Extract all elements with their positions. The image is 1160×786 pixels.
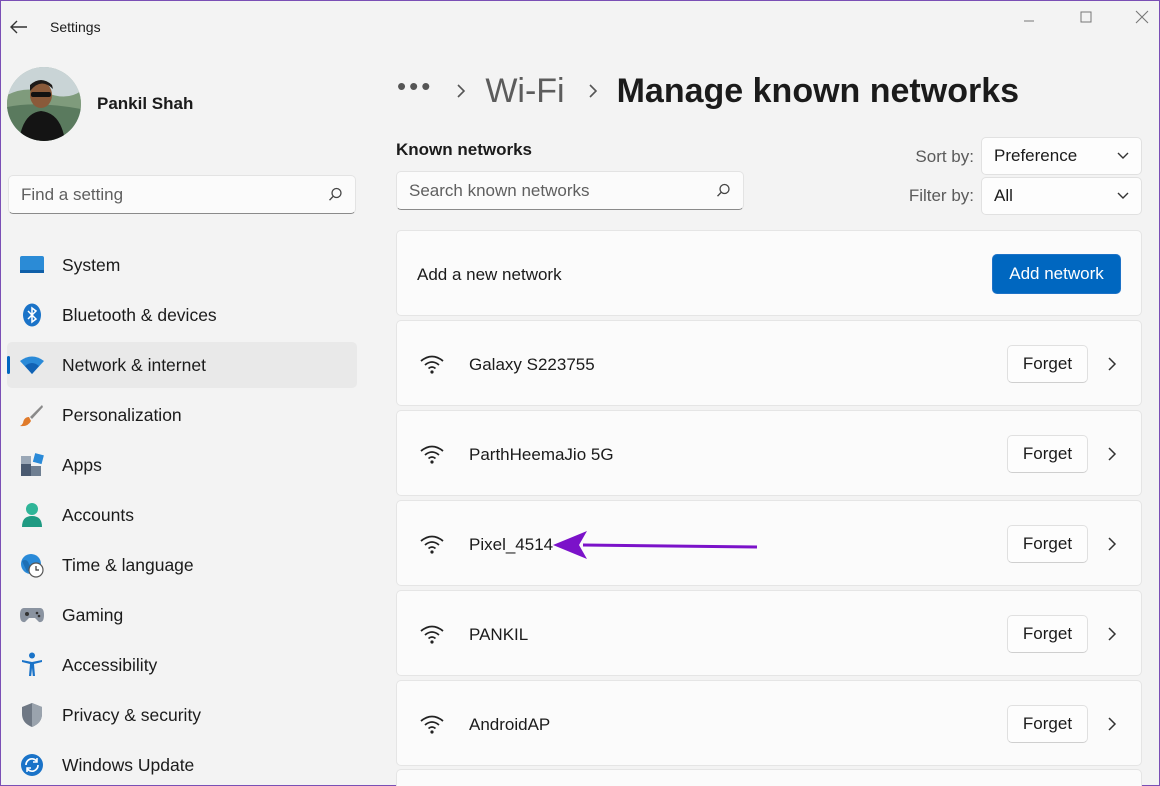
title-bar: Settings	[1, 1, 1160, 53]
sidebar-item-time-language[interactable]: Time & language	[7, 542, 357, 588]
wifi-icon	[19, 352, 45, 378]
sidebar-item-bluetooth[interactable]: Bluetooth & devices	[7, 292, 357, 338]
network-row[interactable]: Galaxy S223755 Forget	[396, 320, 1142, 406]
sidebar-item-apps[interactable]: Apps	[7, 442, 357, 488]
sidebar-item-network[interactable]: Network & internet	[7, 342, 357, 388]
network-row[interactable]: AndroidAP Forget	[396, 680, 1142, 766]
add-network-card: Add a new network Add network	[396, 230, 1142, 316]
app-title: Settings	[50, 19, 101, 35]
minimize-icon	[1024, 20, 1034, 22]
forget-button[interactable]: Forget	[1007, 525, 1088, 563]
accessibility-icon	[19, 652, 45, 678]
close-button[interactable]	[1119, 5, 1160, 29]
sidebar-item-label: Time & language	[62, 554, 194, 575]
sidebar-item-label: Apps	[62, 454, 102, 475]
chevron-right-icon	[457, 84, 466, 98]
user-profile: Pankil Shah	[7, 67, 193, 141]
minimize-button[interactable]	[1006, 5, 1052, 29]
known-networks-search[interactable]	[396, 171, 744, 210]
wifi-signal-icon	[420, 355, 444, 374]
sidebar-item-label: Bluetooth & devices	[62, 304, 217, 325]
system-icon	[19, 252, 45, 278]
avatar[interactable]	[7, 67, 81, 141]
sort-value: Preference	[994, 146, 1078, 165]
wifi-signal-icon	[420, 715, 444, 734]
sidebar-item-personalization[interactable]: Personalization	[7, 392, 357, 438]
chevron-right-icon[interactable]	[1103, 355, 1121, 373]
gamepad-icon	[19, 602, 45, 628]
sidebar-item-system[interactable]: System	[7, 242, 357, 288]
maximize-icon	[1080, 11, 1092, 23]
apps-icon	[19, 452, 45, 478]
chevron-right-icon[interactable]	[1103, 535, 1121, 553]
sidebar-item-gaming[interactable]: Gaming	[7, 592, 357, 638]
add-network-button[interactable]: Add network	[992, 254, 1121, 294]
sidebar-item-label: Network & internet	[62, 354, 206, 375]
sidebar-item-accessibility[interactable]: Accessibility	[7, 642, 357, 688]
sidebar-item-windows-update[interactable]: Windows Update	[7, 742, 357, 786]
network-name: PANKIL	[469, 625, 529, 644]
update-icon	[19, 752, 45, 778]
section-title: Known networks	[396, 140, 533, 159]
network-row[interactable]: PANKIL Forget	[396, 590, 1142, 676]
sidebar-item-accounts[interactable]: Accounts	[7, 492, 357, 538]
globe-clock-icon	[19, 552, 45, 578]
back-button[interactable]	[5, 13, 33, 41]
sidebar-item-label: Privacy & security	[62, 704, 202, 725]
network-row[interactable]: ParthHeemaJio 5G Forget	[396, 410, 1142, 496]
forget-button[interactable]: Forget	[1007, 615, 1088, 653]
wifi-signal-icon	[420, 625, 444, 644]
network-name: Pixel_4514	[469, 535, 554, 554]
sidebar-nav: System Bluetooth & devices Network & int…	[7, 242, 357, 786]
chevron-right-icon[interactable]	[1103, 625, 1121, 643]
maximize-button[interactable]	[1063, 5, 1109, 29]
known-networks-search-input[interactable]	[409, 180, 716, 201]
chevron-down-icon	[1117, 152, 1129, 159]
filter-label: Filter by:	[908, 186, 974, 205]
network-name: Galaxy S223755	[469, 355, 595, 374]
forget-button[interactable]: Forget	[1007, 435, 1088, 473]
page-title: Manage known networks	[616, 71, 1020, 110]
breadcrumb: ••• Wi-Fi Manage known networks	[397, 67, 1019, 115]
network-name: ParthHeemaJio 5G	[469, 445, 614, 464]
forget-button[interactable]: Forget	[1007, 345, 1088, 383]
add-network-label: Add a new network	[417, 265, 562, 284]
back-arrow-icon	[10, 20, 27, 34]
sort-label: Sort by:	[915, 147, 974, 166]
search-icon	[716, 183, 730, 197]
breadcrumb-wifi-link[interactable]: Wi-Fi	[485, 72, 564, 111]
search-icon	[328, 187, 342, 201]
chevron-down-icon	[1117, 192, 1129, 199]
wifi-signal-icon	[420, 535, 444, 554]
bluetooth-icon	[19, 302, 45, 328]
sidebar-item-label: Accounts	[62, 504, 134, 525]
sidebar-item-label: Windows Update	[62, 754, 195, 775]
brush-icon	[19, 402, 45, 428]
chevron-right-icon[interactable]	[1103, 715, 1121, 733]
close-icon	[1135, 10, 1149, 24]
wifi-signal-icon	[420, 445, 444, 464]
person-icon	[19, 502, 45, 528]
network-row[interactable]: Pixel_4514 Forget	[396, 500, 1142, 586]
sidebar-item-label: Accessibility	[62, 654, 158, 675]
annotation-arrow	[553, 531, 758, 559]
filter-value: All	[994, 186, 1013, 205]
breadcrumb-more-button[interactable]: •••	[397, 71, 433, 102]
sidebar-item-label: Personalization	[62, 404, 182, 425]
sort-dropdown[interactable]: Preference	[981, 137, 1142, 175]
user-name: Pankil Shah	[97, 94, 194, 113]
network-name: AndroidAP	[469, 715, 551, 734]
chevron-right-icon[interactable]	[1103, 445, 1121, 463]
sidebar-item-label: Gaming	[62, 604, 124, 625]
sidebar-item-label: System	[62, 254, 121, 275]
avatar-photo	[7, 67, 81, 141]
filter-dropdown[interactable]: All	[981, 177, 1142, 215]
network-row-partial[interactable]	[396, 769, 1142, 786]
search-input[interactable]	[21, 184, 328, 205]
chevron-right-icon	[589, 84, 597, 98]
settings-search[interactable]	[8, 175, 356, 214]
forget-button[interactable]: Forget	[1007, 705, 1088, 743]
shield-icon	[19, 702, 45, 728]
sidebar-item-privacy[interactable]: Privacy & security	[7, 692, 357, 738]
